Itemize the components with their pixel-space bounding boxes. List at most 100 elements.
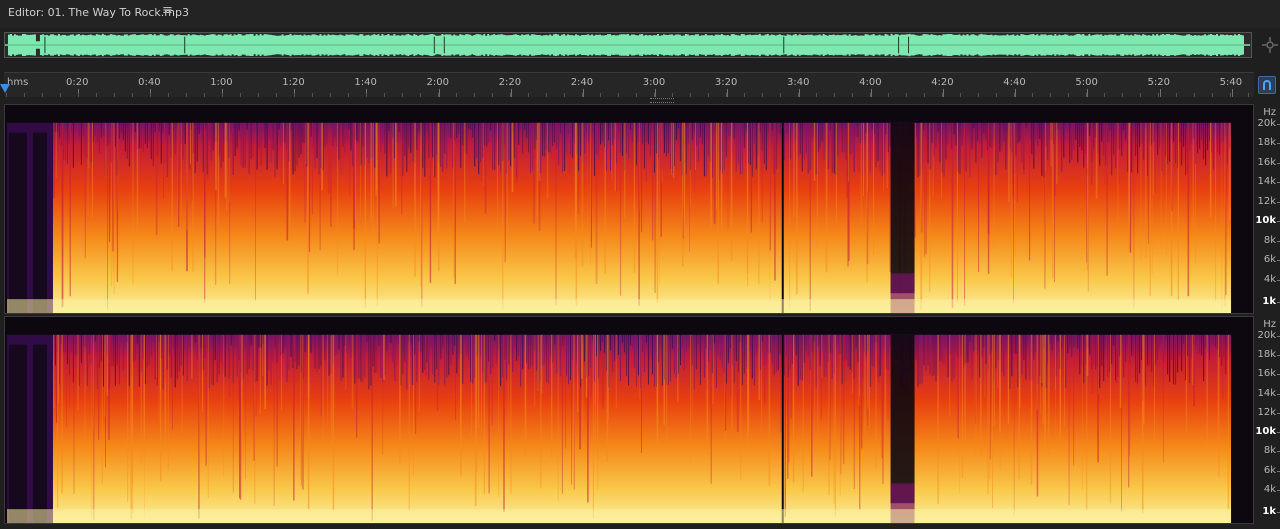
frequency-label: 1k bbox=[1262, 506, 1276, 517]
ruler-minor-tick bbox=[672, 93, 673, 97]
ruler-minor-tick bbox=[132, 93, 133, 97]
ruler-minor-tick bbox=[420, 93, 421, 97]
ruler-minor-tick bbox=[384, 93, 385, 97]
frequency-label: 10k bbox=[1255, 215, 1276, 227]
frequency-label: 12k bbox=[1257, 195, 1276, 207]
ruler-time-label: 2:20 bbox=[498, 77, 522, 88]
spectrogram-channel-right[interactable] bbox=[4, 316, 1254, 524]
ruler-major-tick bbox=[1015, 89, 1017, 97]
ruler-minor-tick bbox=[42, 93, 43, 97]
ruler-minor-tick bbox=[1248, 93, 1249, 97]
ruler-minor-tick bbox=[654, 93, 655, 97]
frequency-unit-label: Hz bbox=[1263, 319, 1276, 330]
ruler-time-label: 1:20 bbox=[282, 77, 305, 88]
ruler-time-label: 0:20 bbox=[66, 77, 89, 88]
frequency-unit-label: Hz bbox=[1263, 107, 1276, 118]
ruler-minor-tick bbox=[924, 93, 925, 97]
playhead-marker[interactable] bbox=[0, 84, 10, 93]
frequency-label: 18k bbox=[1257, 349, 1276, 361]
ruler-minor-tick bbox=[1086, 93, 1087, 97]
ruler-minor-tick bbox=[114, 93, 115, 97]
ruler-minor-tick bbox=[366, 93, 367, 97]
frequency-label: 12k bbox=[1257, 406, 1276, 418]
ruler-time-label: 2:40 bbox=[570, 77, 594, 88]
ruler-minor-tick bbox=[348, 93, 349, 97]
ruler-minor-tick bbox=[294, 93, 295, 97]
ruler-minor-tick bbox=[708, 93, 709, 97]
ruler-major-tick bbox=[726, 89, 728, 97]
overview-waveform bbox=[5, 33, 1251, 57]
ruler-time-label: 4:40 bbox=[1003, 77, 1026, 88]
ruler-minor-tick bbox=[780, 93, 781, 97]
ruler-minor-tick bbox=[1122, 93, 1123, 97]
ruler-minor-tick bbox=[564, 93, 565, 97]
ruler-unit-label: hms bbox=[7, 77, 29, 88]
ruler-minor-tick bbox=[312, 93, 313, 97]
frequency-label: 16k bbox=[1257, 368, 1276, 380]
overview-waveform-navigator[interactable] bbox=[4, 32, 1252, 58]
ruler-minor-tick bbox=[96, 93, 97, 97]
ruler-minor-tick bbox=[726, 93, 727, 97]
frequency-label: 20k bbox=[1257, 118, 1276, 129]
ruler-minor-tick bbox=[744, 93, 745, 97]
ruler-minor-tick bbox=[600, 93, 601, 97]
ruler-major-tick bbox=[943, 89, 945, 97]
ruler-minor-tick bbox=[816, 93, 817, 97]
ruler-minor-tick bbox=[906, 93, 907, 97]
ruler-time-label: 3:00 bbox=[642, 77, 666, 88]
ruler-minor-tick bbox=[1140, 93, 1141, 97]
ruler-minor-tick bbox=[456, 93, 457, 97]
ruler-minor-tick bbox=[1230, 93, 1231, 97]
ruler-minor-tick bbox=[330, 93, 331, 97]
ruler-minor-tick bbox=[240, 93, 241, 97]
ruler-time-label: 4:00 bbox=[859, 77, 882, 88]
ruler-minor-tick bbox=[960, 93, 961, 97]
ruler-minor-tick bbox=[1032, 93, 1033, 97]
frequency-label: 4k bbox=[1263, 483, 1276, 495]
snap-toggle-button[interactable] bbox=[1258, 76, 1276, 94]
editor-header: Editor: 01. The Way To Rock.mp3 ≡ bbox=[0, 0, 1280, 28]
ruler-minor-tick bbox=[636, 93, 637, 97]
ruler-minor-tick bbox=[1068, 93, 1069, 97]
ruler-time-label: 2:00 bbox=[426, 77, 449, 88]
frequency-scale-left: Hz 20k 18k 16k 14k 12k 10k 8k 6k 4k 1k bbox=[1254, 104, 1280, 314]
frequency-label: 14k bbox=[1257, 387, 1276, 399]
ruler-minor-tick bbox=[762, 93, 763, 97]
ruler-time-label: 1:00 bbox=[210, 77, 233, 88]
ruler-minor-tick bbox=[150, 93, 151, 97]
ruler-minor-tick bbox=[258, 93, 259, 97]
ruler-minor-tick bbox=[888, 93, 889, 97]
ruler-minor-tick bbox=[78, 93, 79, 97]
frequency-label: 6k bbox=[1263, 254, 1276, 266]
ruler-minor-tick bbox=[1158, 93, 1159, 97]
ruler-minor-tick bbox=[834, 93, 835, 97]
ruler-minor-tick bbox=[1014, 93, 1015, 97]
time-ruler[interactable]: hms 0:20 0:40 1:00 1:20 1:40 2:00 2:20 2:40 3:00… bbox=[4, 72, 1254, 97]
ruler-major-tick bbox=[871, 89, 873, 97]
ruler-minor-tick bbox=[402, 93, 403, 97]
ruler-minor-tick bbox=[204, 93, 205, 97]
ruler-minor-tick bbox=[798, 93, 799, 97]
ruler-minor-tick bbox=[852, 93, 853, 97]
hamburger-menu-icon[interactable]: ≡ bbox=[162, 3, 173, 18]
ruler-minor-tick bbox=[222, 93, 223, 97]
ruler-minor-tick bbox=[870, 93, 871, 97]
magnet-icon bbox=[1263, 80, 1271, 90]
frequency-label: 6k bbox=[1263, 464, 1276, 476]
ruler-minor-tick bbox=[474, 93, 475, 97]
ruler-minor-tick bbox=[1212, 93, 1213, 97]
ruler-major-tick bbox=[1159, 89, 1161, 97]
ruler-major-tick bbox=[799, 89, 800, 97]
frequency-label: 16k bbox=[1257, 156, 1276, 168]
panel-splitter-handle[interactable] bbox=[650, 98, 674, 103]
ruler-minor-tick bbox=[618, 93, 619, 97]
frequency-label: 4k bbox=[1263, 273, 1276, 285]
spectrogram-left bbox=[5, 105, 1253, 313]
spectrogram-channel-left[interactable] bbox=[4, 104, 1254, 314]
ruler-minor-tick bbox=[24, 93, 25, 97]
ruler-minor-tick bbox=[6, 93, 7, 97]
ruler-minor-tick bbox=[996, 93, 997, 97]
ruler-minor-tick bbox=[1050, 93, 1051, 97]
zoom-navigator-icon[interactable] bbox=[1262, 37, 1278, 53]
ruler-time-label: 0:40 bbox=[138, 77, 161, 88]
